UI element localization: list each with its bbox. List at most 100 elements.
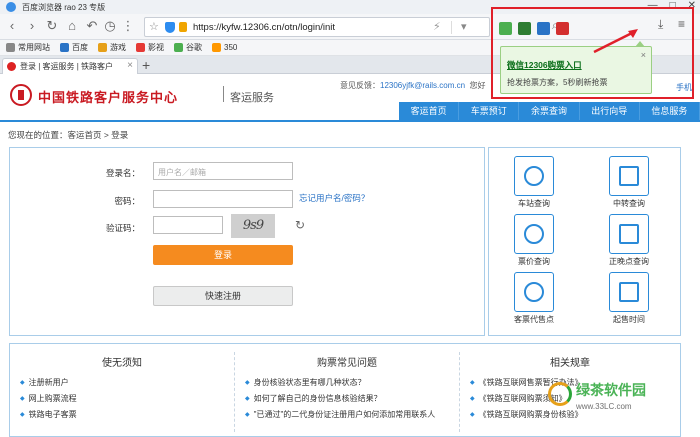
bookmark-icon [98,43,107,52]
download-icon[interactable]: ⤓ [658,17,663,32]
history-icon[interactable]: ◷ [102,18,118,34]
watermark-text: 绿茶软件园 [576,382,646,398]
bookmark-item[interactable]: 百度 [60,42,88,53]
service-item[interactable]: 中转查询 [599,156,659,209]
info-link[interactable]: 《铁路互联网购票须知》 [470,393,680,404]
nav-item[interactable]: 余票查询 [519,102,580,120]
service-label: 起售时间 [613,315,645,324]
info-link[interactable]: 注册新用户 [20,377,234,388]
sound-icon[interactable] [537,22,550,35]
forgot-link[interactable]: 忘记用户名/密码？ [299,192,369,204]
main-nav: 客运首页 车票预订 余票查询 出行向导 信息服务 [399,102,700,120]
sale-time-icon [609,272,649,312]
feedback: 意见反馈：12306yjfk@rails.com.cn 您好 [340,80,486,91]
username-label: 登录名： [105,168,140,178]
service-item[interactable]: 客票代售点 [504,272,564,325]
popup-desc: 抢发抢票方案，5秒刷新抢票 [507,78,608,87]
star-icon[interactable]: ☆ [149,20,159,33]
grid-icon[interactable]: ⋮ [120,18,136,34]
bookmark-label: 谷歌 [186,43,202,52]
site-title: 中国铁路客户服务中心 [38,90,179,105]
info-link[interactable]: 铁路电子客票 [20,409,234,420]
ticket-ext-icon[interactable] [556,22,569,35]
info-link[interactable]: 网上购票流程 [20,393,234,404]
crop-icon[interactable] [518,22,531,35]
nav-item[interactable]: 车票预订 [459,102,520,120]
feedback-email[interactable]: 12306yjfk@rails.com.cn [380,81,465,90]
service-item[interactable]: 正晚点查询 [599,214,659,267]
password-input[interactable] [153,190,293,208]
refresh-icon[interactable]: ↻ [44,18,60,34]
railway-favicon-icon [7,62,16,71]
breadcrumb-separator: > [101,130,112,140]
site-subtitle: 客运服务 [230,92,274,104]
register-button[interactable]: 快速注册 [153,286,293,306]
bookmark-item[interactable]: 常用网站 [6,42,50,53]
bookmark-icon [136,43,145,52]
login-button[interactable]: 登录 [153,245,293,265]
notice-title: 使无须知 [102,358,142,369]
service-item[interactable]: 起售时间 [599,272,659,325]
info-link[interactable]: 如何了解自己的身份信息核验结果？ [245,393,459,404]
service-item[interactable]: 票价查询 [504,214,564,267]
red-arrow-icon [593,29,638,54]
info-link[interactable]: "已通过"的二代身份证注册用户如何添加常用联系人 [245,409,459,420]
bookmark-item[interactable]: 游戏 [98,42,126,53]
captcha-input[interactable] [153,216,223,234]
bookmark-item[interactable]: 影视 [136,42,164,53]
tab-label: 登录 | 客运服务 | 铁路客户 [20,62,114,71]
captcha-label: 验证码： [105,223,140,233]
bookmark-label: 游戏 [110,43,126,52]
bookmark-label: 百度 [72,43,88,52]
info-col-notice: 使无须知 注册新用户网上购票流程铁路电子客票 [10,344,234,437]
tab-close-icon[interactable]: × [127,60,133,71]
feedback-label: 意见反馈： [340,81,380,90]
back-icon[interactable]: ‹ [4,18,20,34]
bookmark-item[interactable]: 谷歌 [174,42,202,53]
extension-icons [499,22,569,35]
password-label: 密码： [114,196,140,206]
breadcrumb-home[interactable]: 客运首页 [68,130,102,140]
shield-icon [165,22,175,33]
bookmark-icon [212,43,221,52]
breadcrumb-current: 登录 [111,130,129,140]
popup-link[interactable]: 微信12306购票入口 [507,59,582,71]
forward-icon[interactable]: › [24,18,40,34]
tab-login[interactable]: 登录 | 客运服务 | 铁路客户 × [2,58,138,74]
url-text[interactable]: https://kyfw.12306.cn/otn/login/init [193,22,335,33]
new-tab-icon[interactable]: + [142,57,150,73]
bookmark-icon [6,43,15,52]
menu-icon[interactable]: ≡ [678,17,685,31]
china-railway-logo-icon [10,84,32,106]
browser-logo-icon [6,2,16,12]
dropdown-icon[interactable]: ▾ [461,20,467,33]
home-icon[interactable]: ⌂ [64,18,80,34]
info-link[interactable]: 身份核验状态里有哪几种状态？ [245,377,459,388]
username-input[interactable]: 用户名／邮箱 [153,162,293,180]
window-title: 百度浏览器 rao 23 专版 [22,3,106,12]
info-link[interactable]: 《铁路互联网购票身份核验》 [470,409,680,420]
bookmark-label: 影视 [148,43,164,52]
address-bar[interactable]: ☆ https://kyfw.12306.cn/otn/login/init ⚡… [144,17,490,37]
tracker-icon[interactable] [499,22,512,35]
station-search-icon [514,156,554,196]
captcha-image[interactable]: 9s9 [231,214,275,238]
lock-icon [179,22,187,32]
feedback-more: 您好 [469,81,486,90]
ticket-agency-icon [514,272,554,312]
bookmark-item[interactable]: 350 [212,43,237,52]
lightning-icon[interactable]: ⚡ [433,20,441,33]
nav-item[interactable]: 信息服务 [640,102,700,120]
nav-item[interactable]: 客运首页 [399,102,460,120]
undo-icon[interactable]: ↶ [84,18,100,34]
service-item[interactable]: 车站查询 [504,156,564,209]
punctuality-icon [609,214,649,254]
info-link[interactable]: 《铁路互联网售票暂行办法》 [470,377,680,388]
fare-search-icon [514,214,554,254]
watermark: 绿茶软件园 www.33LC.com [576,380,646,411]
rules-title: 相关规章 [550,358,590,369]
nav-item[interactable]: 出行向导 [580,102,640,120]
breadcrumb-prefix: 您现在的位置： [8,130,68,140]
captcha-refresh-icon[interactable]: ↻ [295,218,305,232]
bookmark-label: 350 [224,43,238,52]
